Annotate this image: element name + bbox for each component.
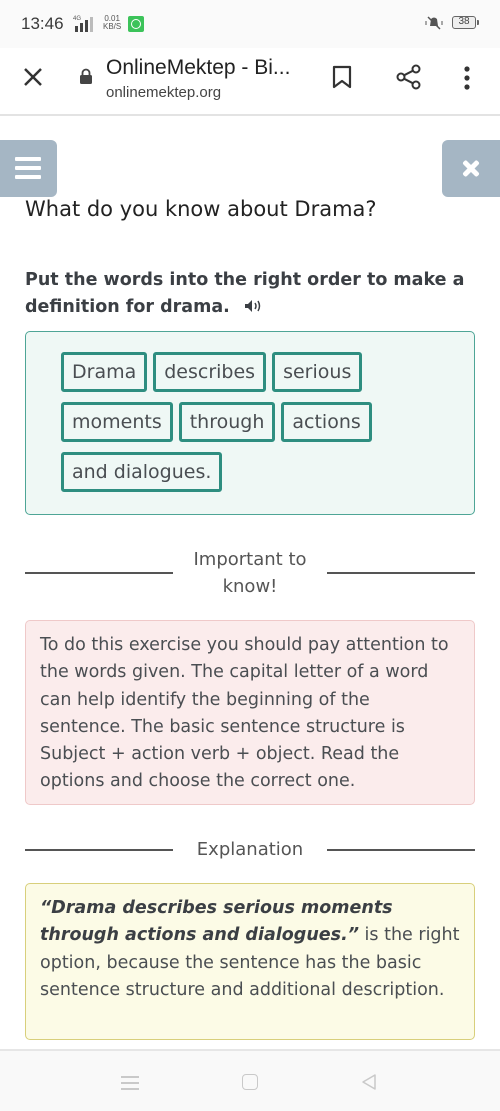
- system-nav-bar: [0, 1049, 500, 1111]
- word-tile-list: Drama describes serious moments through …: [61, 352, 391, 492]
- divider-line: [25, 849, 173, 851]
- browser-page-title: OnlineMektep - Bi...: [106, 56, 291, 79]
- battery-indicator: 38: [452, 16, 479, 29]
- recent-apps-icon[interactable]: [121, 1076, 139, 1090]
- close-tab-icon[interactable]: [20, 64, 46, 90]
- lock-icon: [80, 68, 92, 84]
- important-label: Important to know!: [193, 549, 307, 597]
- word-tile[interactable]: actions: [281, 402, 372, 442]
- word-order-area: Drama describes serious moments through …: [25, 331, 475, 515]
- explanation-quote: “Drama describes serious moments through…: [40, 898, 393, 946]
- home-icon[interactable]: [242, 1074, 258, 1090]
- hint-box: To do this exercise you should pay atten…: [25, 620, 475, 805]
- network-type-label: 4G: [73, 16, 81, 22]
- status-time: 13:46: [21, 14, 64, 33]
- divider-line: [327, 849, 475, 851]
- divider-line: [25, 572, 173, 574]
- divider-line: [327, 572, 475, 574]
- speaker-icon[interactable]: [244, 299, 264, 313]
- browser-url[interactable]: onlinemektep.org: [106, 84, 221, 101]
- status-bar: 13:46 4G 0.01 KB/S 38: [0, 0, 500, 48]
- page-title: What do you know about Drama?: [25, 197, 377, 221]
- signal-icon: 4G: [73, 16, 93, 32]
- mute-icon: [425, 16, 443, 30]
- browser-toolbar: OnlineMektep - Bi... onlinemektep.org: [0, 48, 500, 116]
- word-tile[interactable]: describes: [153, 352, 267, 392]
- hamburger-menu-icon[interactable]: [0, 140, 57, 197]
- net-speed-unit: KB/S: [103, 22, 122, 31]
- close-exercise-icon[interactable]: [442, 140, 500, 197]
- net-speed: 0.01 KB/S: [103, 15, 121, 31]
- word-tile[interactable]: moments: [61, 402, 173, 442]
- explanation-divider: Explanation: [25, 836, 475, 864]
- hint-text: To do this exercise you should pay atten…: [40, 635, 449, 792]
- word-tile[interactable]: Drama: [61, 352, 148, 392]
- instruction: Put the words into the right order to ma…: [25, 267, 485, 321]
- share-icon[interactable]: [395, 63, 423, 91]
- bookmark-icon[interactable]: [330, 64, 354, 90]
- whatsapp-icon: [128, 16, 144, 32]
- explanation-label: Explanation: [196, 839, 304, 860]
- word-tile[interactable]: and dialogues.: [61, 452, 223, 492]
- more-vert-icon[interactable]: [458, 64, 476, 92]
- important-divider: Important to know!: [25, 546, 475, 602]
- back-icon[interactable]: [360, 1073, 378, 1091]
- explanation-box: “Drama describes serious moments through…: [25, 883, 475, 1040]
- word-tile[interactable]: through: [178, 402, 276, 442]
- word-tile[interactable]: serious: [272, 352, 363, 392]
